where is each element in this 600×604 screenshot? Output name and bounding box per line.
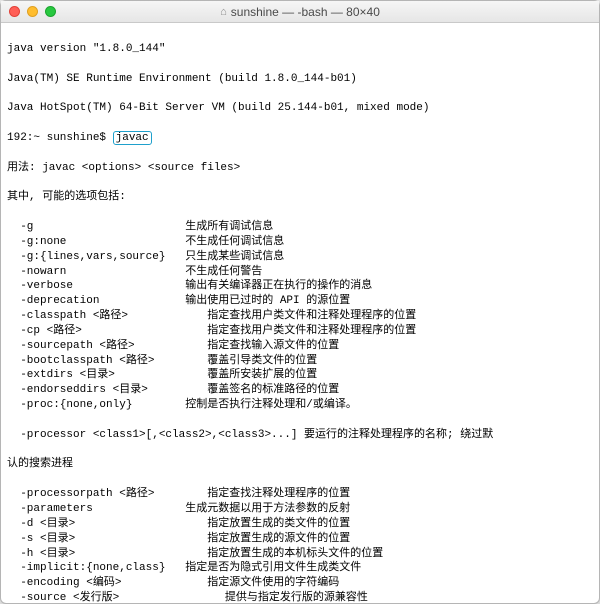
java-hotspot-line: Java HotSpot(TM) 64-Bit Server VM (build… xyxy=(7,101,593,116)
option-desc: 指定源文件使用的字符编码 xyxy=(194,576,339,591)
option-row: -s <目录> 指定放置生成的源文件的位置 xyxy=(7,532,593,547)
option-desc: 指定放置生成的源文件的位置 xyxy=(194,532,350,547)
option-flag: -g xyxy=(7,220,185,235)
option-flag: -implicit:{none,class} xyxy=(7,561,185,576)
java-version-line: java version "1.8.0_144" xyxy=(7,42,593,57)
prompt-line-1: 192:~ sunshine$ javac xyxy=(7,131,593,146)
option-row: -g:none 不生成任何调试信息 xyxy=(7,235,593,250)
option-flag: -bootclasspath <路径> xyxy=(7,354,194,369)
option-desc: 覆盖引导类文件的位置 xyxy=(194,354,317,369)
option-desc: 指定查找输入源文件的位置 xyxy=(194,339,339,354)
option-flag: -cp <路径> xyxy=(7,324,194,339)
terminal-output[interactable]: java version "1.8.0_144" Java(TM) SE Run… xyxy=(1,23,599,603)
option-row: -source <发行版> 提供与指定发行版的源兼容性 xyxy=(7,591,593,603)
option-flag: -s <目录> xyxy=(7,532,194,547)
option-flag: -extdirs <目录> xyxy=(7,368,194,383)
option-row: -implicit:{none,class} 指定是否为隐式引用文件生成类文件 xyxy=(7,561,593,576)
option-desc: 不生成任何调试信息 xyxy=(185,235,284,250)
command-highlighted: javac xyxy=(113,131,152,145)
option-flag: -g:{lines,vars,source} xyxy=(7,250,185,265)
option-desc: 覆盖签名的标准路径的位置 xyxy=(194,383,339,398)
option-row: -proc:{none,only} 控制是否执行注释处理和/或编译。 xyxy=(7,398,593,413)
option-row: -extdirs <目录> 覆盖所安装扩展的位置 xyxy=(7,368,593,383)
option-flag: -classpath <路径> xyxy=(7,309,194,324)
option-flag: -verbose xyxy=(7,279,185,294)
option-flag: -endorseddirs <目录> xyxy=(7,383,194,398)
option-row: -parameters 生成元数据以用于方法参数的反射 xyxy=(7,502,593,517)
option-row: -encoding <编码> 指定源文件使用的字符编码 xyxy=(7,576,593,591)
titlebar: ⌂ sunshine — -bash — 80×40 xyxy=(1,1,599,23)
option-desc: 生成元数据以用于方法参数的反射 xyxy=(185,502,350,517)
option-row: -endorseddirs <目录> 覆盖签名的标准路径的位置 xyxy=(7,383,593,398)
option-flag: -deprecation xyxy=(7,294,185,309)
options-header: 其中, 可能的选项包括: xyxy=(7,190,593,205)
option-flag: -parameters xyxy=(7,502,185,517)
option-desc: 指定放置生成的类文件的位置 xyxy=(194,517,350,532)
usage-line: 用法: javac <options> <source files> xyxy=(7,161,593,176)
option-flag: -source <发行版> xyxy=(7,591,198,603)
option-row: -g 生成所有调试信息 xyxy=(7,220,593,235)
option-row: -classpath <路径> 指定查找用户类文件和注释处理程序的位置 xyxy=(7,309,593,324)
option-row: -sourcepath <路径> 指定查找输入源文件的位置 xyxy=(7,339,593,354)
option-row: -deprecation 输出使用已过时的 API 的源位置 xyxy=(7,294,593,309)
option-row: -h <目录> 指定放置生成的本机标头文件的位置 xyxy=(7,547,593,562)
option-desc: 提供与指定发行版的源兼容性 xyxy=(198,591,367,603)
option-row: -verbose 输出有关编译器正在执行的操作的消息 xyxy=(7,279,593,294)
option-flag: -encoding <编码> xyxy=(7,576,194,591)
option-flag: -sourcepath <路径> xyxy=(7,339,194,354)
option-flag: -d <目录> xyxy=(7,517,194,532)
processor-line: -processor <class1>[,<class2>,<class3>..… xyxy=(7,428,593,443)
option-desc: 指定是否为隐式引用文件生成类文件 xyxy=(185,561,361,576)
option-flag: -h <目录> xyxy=(7,547,194,562)
option-desc: 指定查找用户类文件和注释处理程序的位置 xyxy=(194,324,416,339)
option-desc: 输出使用已过时的 API 的源位置 xyxy=(185,294,350,309)
processor-cont: 认的搜索进程 xyxy=(7,457,593,472)
option-desc: 指定查找注释处理程序的位置 xyxy=(194,487,350,502)
option-flag: -nowarn xyxy=(7,265,185,280)
option-row: -g:{lines,vars,source} 只生成某些调试信息 xyxy=(7,250,593,265)
option-row: -nowarn 不生成任何警告 xyxy=(7,265,593,280)
option-desc: 覆盖所安装扩展的位置 xyxy=(194,368,317,383)
option-desc: 指定查找用户类文件和注释处理程序的位置 xyxy=(194,309,416,324)
option-desc: 不生成任何警告 xyxy=(185,265,262,280)
option-flag: -processorpath <路径> xyxy=(7,487,194,502)
option-desc: 生成所有调试信息 xyxy=(185,220,273,235)
option-row: -cp <路径> 指定查找用户类文件和注释处理程序的位置 xyxy=(7,324,593,339)
option-flag: -proc:{none,only} xyxy=(7,398,185,413)
option-flag: -g:none xyxy=(7,235,185,250)
java-runtime-line: Java(TM) SE Runtime Environment (build 1… xyxy=(7,72,593,87)
window-title: ⌂ sunshine — -bash — 80×40 xyxy=(1,5,599,19)
option-row: -bootclasspath <路径> 覆盖引导类文件的位置 xyxy=(7,354,593,369)
option-row: -processorpath <路径> 指定查找注释处理程序的位置 xyxy=(7,487,593,502)
option-desc: 只生成某些调试信息 xyxy=(185,250,284,265)
option-desc: 指定放置生成的本机标头文件的位置 xyxy=(194,547,383,562)
prompt-prefix: 192:~ sunshine$ xyxy=(7,132,113,144)
home-icon: ⌂ xyxy=(220,6,227,18)
option-desc: 输出有关编译器正在执行的操作的消息 xyxy=(185,279,372,294)
option-row: -d <目录> 指定放置生成的类文件的位置 xyxy=(7,517,593,532)
terminal-window: ⌂ sunshine — -bash — 80×40 java version … xyxy=(0,0,600,604)
option-desc: 控制是否执行注释处理和/或编译。 xyxy=(185,398,357,413)
title-text: sunshine — -bash — 80×40 xyxy=(231,5,380,19)
